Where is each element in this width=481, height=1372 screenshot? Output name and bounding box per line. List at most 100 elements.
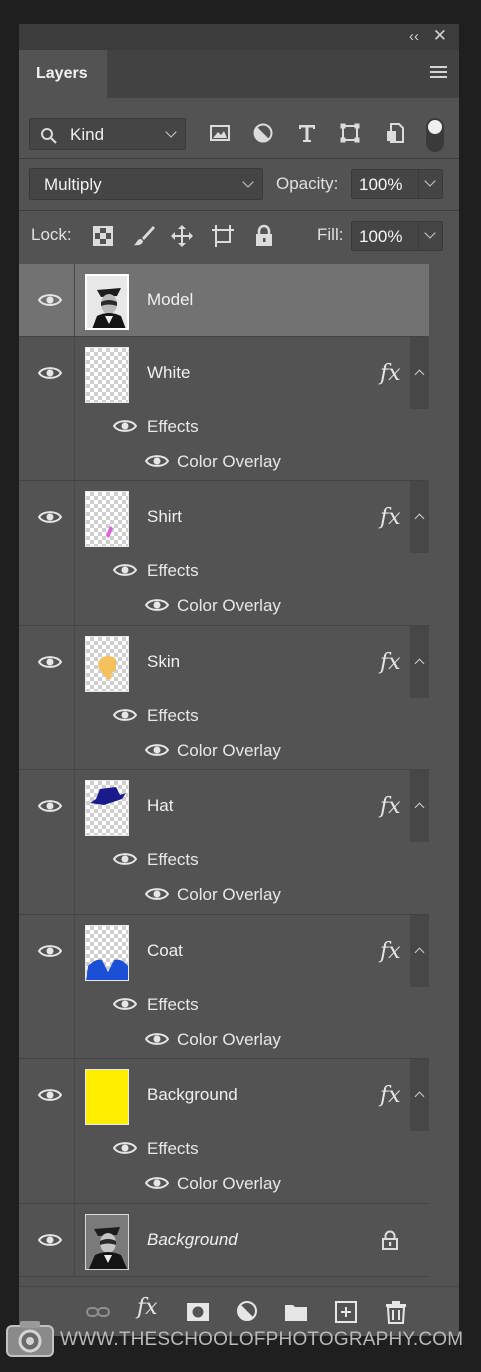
effects-row[interactable]: Effects [19,987,429,1022]
lock-icon [382,1230,398,1250]
layer-fx-icon[interactable]: fx [380,505,401,530]
lock-artboard-icon[interactable] [211,224,235,248]
eye-icon[interactable] [38,510,62,524]
layer-thumbnail-coat [85,925,129,981]
eye-icon[interactable] [145,743,169,757]
opacity-dropdown-button[interactable] [418,170,442,198]
blend-mode-dropdown[interactable]: Multiply [29,168,263,200]
coat-thumbnail-shape [86,959,128,980]
lock-image-pixels-icon[interactable] [132,224,156,248]
divider [19,1276,429,1277]
color-overlay-row[interactable]: Color Overlay [19,588,429,625]
layer-row-skin[interactable]: Skin fx [19,626,429,698]
visibility-column [19,1059,75,1131]
collapse-effects-button[interactable] [410,337,429,409]
hamburger-icon[interactable] [430,66,447,80]
effects-row[interactable]: Effects [19,698,429,733]
layer-row-background-fill[interactable]: Background fx [19,1059,429,1131]
color-overlay-label: Color Overlay [177,452,281,471]
layer-row-background-locked[interactable]: Background [19,1204,429,1276]
watermark: WWW.THESCHOOLOFPHOTOGRAPHY.COM [6,1320,481,1360]
eye-icon[interactable] [113,997,137,1011]
layer-row-coat[interactable]: Coat fx [19,915,429,987]
eye-icon[interactable] [145,887,169,901]
layer-row-white[interactable]: White fx [19,337,429,409]
eye-icon[interactable] [38,944,62,958]
layer-fx-icon[interactable]: fx [380,794,401,819]
eye-icon[interactable] [145,1176,169,1190]
layer-row-model[interactable]: Model [19,264,429,336]
lock-all-icon[interactable] [252,224,276,248]
blend-row: Multiply Opacity: 100% [19,166,459,206]
eye-icon[interactable] [113,419,137,433]
eye-icon[interactable] [145,598,169,612]
color-overlay-row[interactable]: Color Overlay [19,877,429,914]
eye-icon[interactable] [38,293,62,307]
collapse-effects-button[interactable] [410,1059,429,1131]
type-filter-icon[interactable] [296,122,318,144]
layer-name: Background [147,1230,238,1249]
layer-row-shirt[interactable]: Shirt fx [19,481,429,553]
effects-label: Effects [147,561,199,580]
visibility-column [19,626,75,698]
effects-row[interactable]: Effects [19,1131,429,1166]
eye-icon[interactable] [38,366,62,380]
filter-kind-dropdown[interactable]: Kind [29,118,186,150]
eye-icon[interactable] [38,1088,62,1102]
layer-fx-icon[interactable]: fx [380,650,401,675]
collapse-effects-button[interactable] [410,626,429,698]
eye-icon[interactable] [113,708,137,722]
eye-icon[interactable] [38,1233,62,1247]
opacity-value: 100% [359,175,403,194]
eye-icon[interactable] [145,454,169,468]
opacity-input[interactable]: 100% [351,169,443,199]
collapse-panel-button[interactable]: ‹‹ [409,28,419,45]
layer-fx-icon[interactable]: fx [380,1083,401,1108]
close-panel-button[interactable]: ✕ [433,26,447,46]
collapse-effects-button[interactable] [410,481,429,553]
adjustment-filter-icon[interactable] [252,122,274,144]
smart-object-filter-icon[interactable] [384,122,406,144]
color-overlay-row[interactable]: Color Overlay [19,733,429,769]
shirt-thumbnail-shape [106,526,113,538]
effects-label: Effects [147,417,199,436]
visibility-column [19,842,75,877]
eye-icon[interactable] [113,1141,137,1155]
layer-thumbnail-shirt [85,491,129,547]
tab-layers[interactable]: Layers [19,50,107,98]
layer-name: Coat [147,941,183,960]
lock-transparent-pixels-icon[interactable] [91,224,115,248]
filter-toggle-switch[interactable] [426,118,444,152]
layer-thumbnail-white [85,347,129,403]
layer-row-hat[interactable]: Hat fx [19,770,429,842]
visibility-column [19,1022,75,1058]
layer-name: Model [147,290,194,309]
effects-row[interactable]: Effects [19,409,429,444]
collapse-effects-button[interactable] [410,770,429,842]
color-overlay-label: Color Overlay [177,1030,281,1049]
collapse-effects-button[interactable] [410,915,429,987]
lock-label: Lock: [31,225,72,244]
color-overlay-row[interactable]: Color Overlay [19,444,429,480]
eye-icon[interactable] [145,1032,169,1046]
layer-fx-icon[interactable]: fx [380,361,401,386]
color-overlay-row[interactable]: Color Overlay [19,1166,429,1203]
eye-icon[interactable] [113,563,137,577]
fill-dropdown-button[interactable] [418,222,442,250]
effects-row[interactable]: Effects [19,842,429,877]
eye-icon[interactable] [113,852,137,866]
color-overlay-row[interactable]: Color Overlay [19,1022,429,1058]
image-filter-icon[interactable] [209,122,231,144]
effects-row[interactable]: Effects [19,553,429,588]
layer-fx-icon[interactable]: fx [380,939,401,964]
visibility-column [19,877,75,914]
visibility-column [19,264,75,336]
shape-filter-icon[interactable] [339,122,361,144]
visibility-column [19,915,75,987]
fill-input[interactable]: 100% [351,221,443,251]
eye-icon[interactable] [38,655,62,669]
lock-position-icon[interactable] [170,224,194,248]
visibility-column [19,409,75,444]
eye-icon[interactable] [38,799,62,813]
fx-icon[interactable]: fx [137,1295,163,1321]
